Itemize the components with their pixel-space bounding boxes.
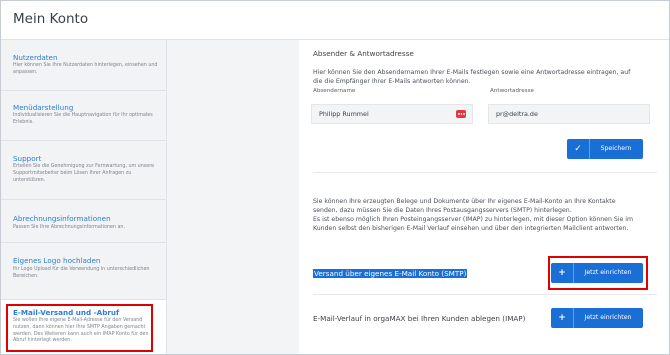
info-text-line: senden, dazu müssen Sie die Daten Ihres … xyxy=(313,207,572,214)
sidebar-item-title: Support xyxy=(13,154,42,163)
app-window: Mein Konto Nutzerdaten Hier können Sie I… xyxy=(0,0,670,355)
reply-address-label: Antwortadresse xyxy=(490,88,534,94)
sidebar-item-title: Menüdarstellung xyxy=(13,103,74,112)
sidebar-item-desc: Sie wollen Ihre eigene E-Mail-Adresse fü… xyxy=(13,318,149,344)
info-text-line: Sie können Ihre erzeugten Belege und Dok… xyxy=(313,198,616,205)
section-divider xyxy=(313,294,657,295)
sender-name-value: Philipp Rummel xyxy=(319,110,369,118)
sender-name-label: Absendername xyxy=(313,88,356,94)
smtp-setup-button[interactable]: + Jetzt einrichten xyxy=(551,263,643,283)
page-title: Mein Konto xyxy=(13,11,89,27)
sidebar-item-desc: Erteilen Sie die Genehmigung zur Fernwar… xyxy=(13,164,155,183)
sidebar-item-desc: Ihr Logo Upload für die Verwendung in un… xyxy=(13,267,150,279)
sidebar-item-email[interactable]: E-Mail-Versand und -Abruf Sie wollen Ihr… xyxy=(1,300,166,354)
sidebar-item-desc: Hier können Sie Ihre Nutzerdaten hinterl… xyxy=(13,63,158,75)
intro-text-line: Hier können Sie den Absendernamen Ihrer … xyxy=(313,69,631,76)
sidebar-item-menuedarstellung[interactable]: Menüdarstellung Individualisieren Sie di… xyxy=(1,91,166,141)
main-panel: Absender & Antwortadresse Hier können Si… xyxy=(299,40,669,354)
sidebar-item-title: Abrechnungsinformationen xyxy=(13,214,111,223)
intro-text-line: die die Empfänger Ihrer E-Mails antworte… xyxy=(313,78,471,85)
sidebar-item-title: E-Mail-Versand und -Abruf xyxy=(13,308,120,317)
reply-address-field[interactable]: pr@deltra.de xyxy=(488,104,650,124)
sender-name-field[interactable]: Philipp Rummel xyxy=(311,104,473,124)
page-header: Mein Konto xyxy=(1,1,669,40)
sidebar-item-desc: Passen Sie Ihre Abrechnungsinformationen… xyxy=(13,225,125,230)
imap-setup-button[interactable]: + Jetzt einrichten xyxy=(551,308,643,328)
section-divider xyxy=(313,172,657,173)
sidebar-item-title: Nutzerdaten xyxy=(13,53,58,62)
sidebar-item-abrechnungsinformationen[interactable]: Abrechnungsinformationen Passen Sie Ihre… xyxy=(1,200,166,243)
save-button[interactable]: ✓ Speichern xyxy=(567,139,643,159)
sidebar-item-support[interactable]: Support Erteilen Sie die Genehmigung zur… xyxy=(1,141,166,200)
check-icon: ✓ xyxy=(567,139,590,159)
section-title: Absender & Antwortadresse xyxy=(313,49,414,58)
plus-icon: + xyxy=(551,308,574,328)
sidebar-item-nutzerdaten[interactable]: Nutzerdaten Hier können Sie Ihre Nutzerd… xyxy=(1,40,166,91)
sidebar-item-logo[interactable]: Eigenes Logo hochladen Ihr Logo Upload f… xyxy=(1,243,166,300)
sidebar-item-title: Eigenes Logo hochladen xyxy=(13,256,101,265)
sidebar-item-desc: Individualisieren Sie die Hauptnavigatio… xyxy=(13,113,153,125)
reply-address-value: pr@deltra.de xyxy=(496,110,538,118)
info-text-line: Es ist ebenso möglich Ihren Posteingangs… xyxy=(313,216,634,223)
info-text-line: Kunden selbst den bisherigen E-Mail Verl… xyxy=(313,225,629,232)
keyboard-icon[interactable] xyxy=(456,110,466,118)
sidebar: Nutzerdaten Hier können Sie Ihre Nutzerd… xyxy=(1,40,167,354)
smtp-option-label: Versand über eigenes E-Mail Konto (SMTP) xyxy=(313,269,468,278)
imap-option-label: E-Mail-Verlauf in orgaMAX bei Ihren Kund… xyxy=(313,314,526,323)
plus-icon: + xyxy=(551,263,574,283)
